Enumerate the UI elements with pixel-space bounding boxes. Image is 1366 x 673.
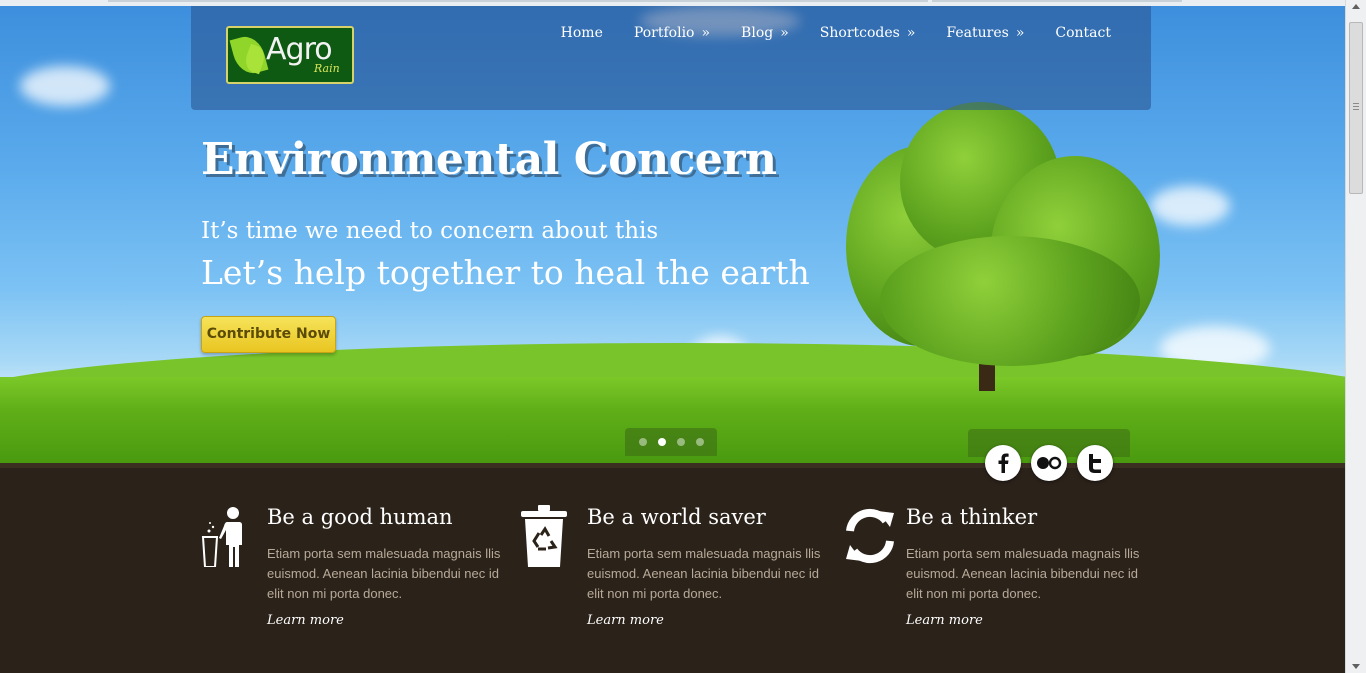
learn-more-link[interactable]: Learn more: [906, 613, 983, 628]
top-strip-bar: [108, 0, 928, 2]
site-header: Agro Rain Home Portfolio» Blog» Shortcod…: [191, 0, 1151, 110]
browser-top-strip: [0, 0, 1366, 6]
submenu-indicator: »: [701, 25, 711, 41]
nav-item-shortcodes[interactable]: Shortcodes»: [820, 25, 916, 41]
submenu-indicator: »: [906, 25, 916, 41]
slider-dot[interactable]: [638, 438, 647, 446]
nav-item-portfolio[interactable]: Portfolio»: [634, 25, 710, 41]
feature-title: Be a world saver: [587, 505, 766, 529]
submenu-indicator: »: [780, 25, 789, 41]
nav-item-blog[interactable]: Blog»: [741, 25, 789, 41]
hero-headline: Let’s help together to heal the earth: [201, 253, 810, 292]
main-nav: Home Portfolio» Blog» Shortcodes» Featur…: [561, 25, 1111, 41]
feature-text: Etiam porta sem malesuada magnais llis e…: [906, 546, 1140, 601]
trash-person-icon: [201, 505, 251, 568]
feature-text: Etiam porta sem malesuada magnais llis e…: [267, 546, 501, 601]
logo[interactable]: Agro Rain: [226, 26, 354, 84]
slider-pagination: [625, 428, 717, 456]
feature-title: Be a good human: [267, 505, 453, 529]
twitter-icon[interactable]: [1077, 445, 1113, 481]
hero-title: Environmental Concern: [201, 134, 777, 185]
contribute-button[interactable]: Contribute Now: [201, 316, 336, 353]
slider-dot-active[interactable]: [657, 438, 666, 446]
slider-dot[interactable]: [676, 438, 685, 446]
vertical-scrollbar[interactable]: [1345, 0, 1366, 673]
logo-tagline: Rain: [314, 62, 340, 75]
scroll-down-arrow-icon[interactable]: [1352, 664, 1360, 669]
nav-item-features[interactable]: Features»: [946, 25, 1024, 41]
scroll-up-arrow-icon[interactable]: [1352, 4, 1360, 9]
learn-more-link[interactable]: Learn more: [267, 613, 344, 628]
facebook-icon[interactable]: [985, 445, 1021, 481]
recycle-bin-icon: [521, 505, 571, 567]
learn-more-link[interactable]: Learn more: [587, 613, 664, 628]
scrollbar-thumb[interactable]: [1349, 22, 1363, 194]
nav-item-home[interactable]: Home: [561, 25, 603, 41]
hero-subtitle: It’s time we need to concern about this: [201, 218, 659, 244]
flickr-icon[interactable]: [1031, 445, 1067, 481]
feature-title: Be a thinker: [906, 505, 1038, 529]
nav-item-contact[interactable]: Contact: [1055, 25, 1111, 41]
slider-dot[interactable]: [695, 438, 704, 446]
feature-text: Etiam porta sem malesuada magnais llis e…: [587, 546, 821, 601]
top-strip-bar: [932, 0, 1182, 2]
refresh-icon: [840, 505, 894, 567]
submenu-indicator: »: [1015, 25, 1025, 41]
